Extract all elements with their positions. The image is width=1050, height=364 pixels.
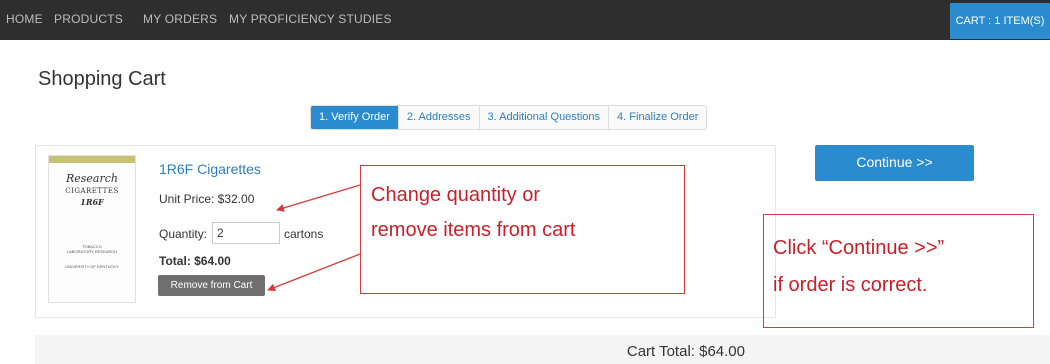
arrow-to-remove (267, 253, 361, 292)
annotation-arrows (267, 184, 361, 292)
arrow-to-quantity (276, 184, 361, 212)
